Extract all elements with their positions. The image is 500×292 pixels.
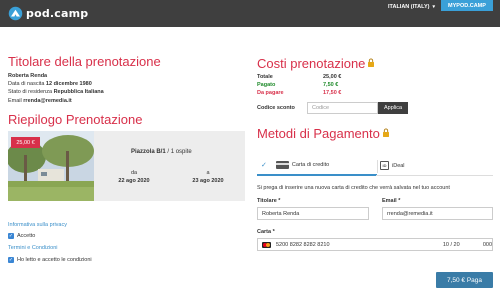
lock-icon xyxy=(382,128,389,137)
payment-note: Si prega di inserire una nuova carta di … xyxy=(257,185,450,191)
card-number[interactable]: 5200 8282 8282 8210 xyxy=(276,242,443,248)
campsite-photo: 25,00 € xyxy=(8,131,94,201)
pitch-name: Piazzola B/1 xyxy=(131,149,166,155)
pay-button[interactable]: 7,50 € Paga xyxy=(436,272,493,288)
podcamp-logo[interactable]: pod.camp xyxy=(8,6,88,21)
titolare-info: Roberta Renda Data di nascita 12 dicembr… xyxy=(8,72,104,105)
card-label: Carta * xyxy=(257,229,275,235)
titolare-title: Titolare della prenotazione xyxy=(8,54,161,69)
to-date: 23 ago 2020 xyxy=(192,178,224,184)
cost-row-pagato: Pagato 7,50 € xyxy=(257,82,341,90)
cost-label: Totale xyxy=(257,74,273,80)
language-label: ITALIAN (ITALY) xyxy=(388,4,430,10)
payment-email-label: Email * xyxy=(382,198,401,204)
ideal-icon: iD xyxy=(380,161,389,170)
card-expiry[interactable]: 10 / 20 xyxy=(443,242,483,248)
check-icon: ✓ xyxy=(261,162,267,169)
email-label: Email xyxy=(8,97,22,104)
checkbox-checked-icon[interactable]: ✓ xyxy=(8,233,14,239)
pitch-info: Piazzola B/1 / 1 ospite xyxy=(131,149,192,155)
cost-value: 7,50 € xyxy=(323,81,339,88)
holder-input[interactable]: Roberta Renda xyxy=(257,207,369,220)
discount-code-input[interactable]: Codice xyxy=(307,102,378,114)
logo-icon xyxy=(8,6,23,21)
tab-credit-card[interactable]: ✓ Carta di credito xyxy=(257,156,377,176)
discount-label: Codice sconto xyxy=(257,105,295,111)
top-header: pod.camp ITALIAN (ITALY) ▾ MYPOD.CAMP xyxy=(0,0,500,27)
checkout-date: a 23 ago 2020 xyxy=(181,169,235,185)
riepilogo-title: Riepilogo Prenotazione xyxy=(8,112,143,127)
tab-ideal-label: iDeal xyxy=(392,162,405,169)
checkbox-checked-icon[interactable]: ✓ xyxy=(8,257,14,263)
chevron-down-icon: ▾ xyxy=(432,4,435,10)
residence-label: Stato di residenza xyxy=(8,89,53,96)
birth-label: Data di nascita xyxy=(8,81,45,88)
cost-row-da-pagare: Da pagare 17,50 € xyxy=(257,90,341,98)
privacy-link[interactable]: Informativa sulla privacy xyxy=(8,222,67,228)
language-selector[interactable]: ITALIAN (ITALY) ▾ xyxy=(388,4,435,10)
email-value: rrenda@remedia.it xyxy=(23,97,72,104)
to-label: a xyxy=(206,170,210,176)
cost-value: 17,50 € xyxy=(323,89,342,96)
cost-label: Pagato xyxy=(257,81,276,88)
titolare-name: Roberta Renda xyxy=(8,73,48,79)
checkin-date: da 22 ago 2020 xyxy=(107,169,161,185)
credit-card-icon xyxy=(275,161,289,169)
costi-title: Costi prenotazione xyxy=(257,56,375,71)
mastercard-icon xyxy=(262,241,271,248)
card-cvc[interactable]: 000 xyxy=(483,242,492,248)
cost-row-totale: Totale 25,00 € xyxy=(257,74,341,82)
tab-credit-card-label: Carta di credito xyxy=(291,162,330,168)
from-date: 22 ago 2020 xyxy=(118,178,150,184)
logo-text: pod.camp xyxy=(26,7,89,20)
privacy-check-label: Accetto xyxy=(17,233,36,239)
holder-label: Titolare * xyxy=(257,198,281,204)
payment-email-input[interactable]: rrenda@remedia.it xyxy=(382,207,493,220)
terms-check-label: Ho letto e accetto le condizioni xyxy=(17,257,92,263)
terms-checkbox[interactable]: ✓ Ho letto e accetto le condizioni xyxy=(8,257,92,263)
mypodcamp-button[interactable]: MYPOD.CAMP xyxy=(441,0,493,11)
privacy-checkbox[interactable]: ✓ Accetto xyxy=(8,233,35,239)
lock-icon xyxy=(368,58,375,67)
birth-value: 12 dicembre 1980 xyxy=(45,81,92,88)
booking-summary-card: 25,00 € Piazzola B/1 / 1 ospite da 22 ag… xyxy=(8,131,245,201)
pagamento-title-text: Metodi di Pagamento xyxy=(257,126,380,141)
pagamento-title: Metodi di Pagamento xyxy=(257,126,390,141)
residence-value: Repubblica Italiana xyxy=(53,89,104,96)
apply-discount-button[interactable]: Applica xyxy=(378,102,408,114)
card-input[interactable]: 5200 8282 8282 8210 10 / 20 000 xyxy=(257,238,493,251)
cost-label: Da pagare xyxy=(257,89,284,96)
guests-label: ospite xyxy=(175,149,192,155)
cost-value: 25,00 € xyxy=(323,74,342,80)
terms-link[interactable]: Termini e Condizioni xyxy=(8,245,58,251)
from-label: da xyxy=(130,170,138,176)
price-tag: 25,00 € xyxy=(11,137,40,148)
costi-title-text: Costi prenotazione xyxy=(257,56,366,71)
tab-ideal[interactable]: iD iDeal xyxy=(376,156,493,176)
costs-table: Totale 25,00 € Pagato 7,50 € Da pagare 17,5… xyxy=(257,74,341,97)
